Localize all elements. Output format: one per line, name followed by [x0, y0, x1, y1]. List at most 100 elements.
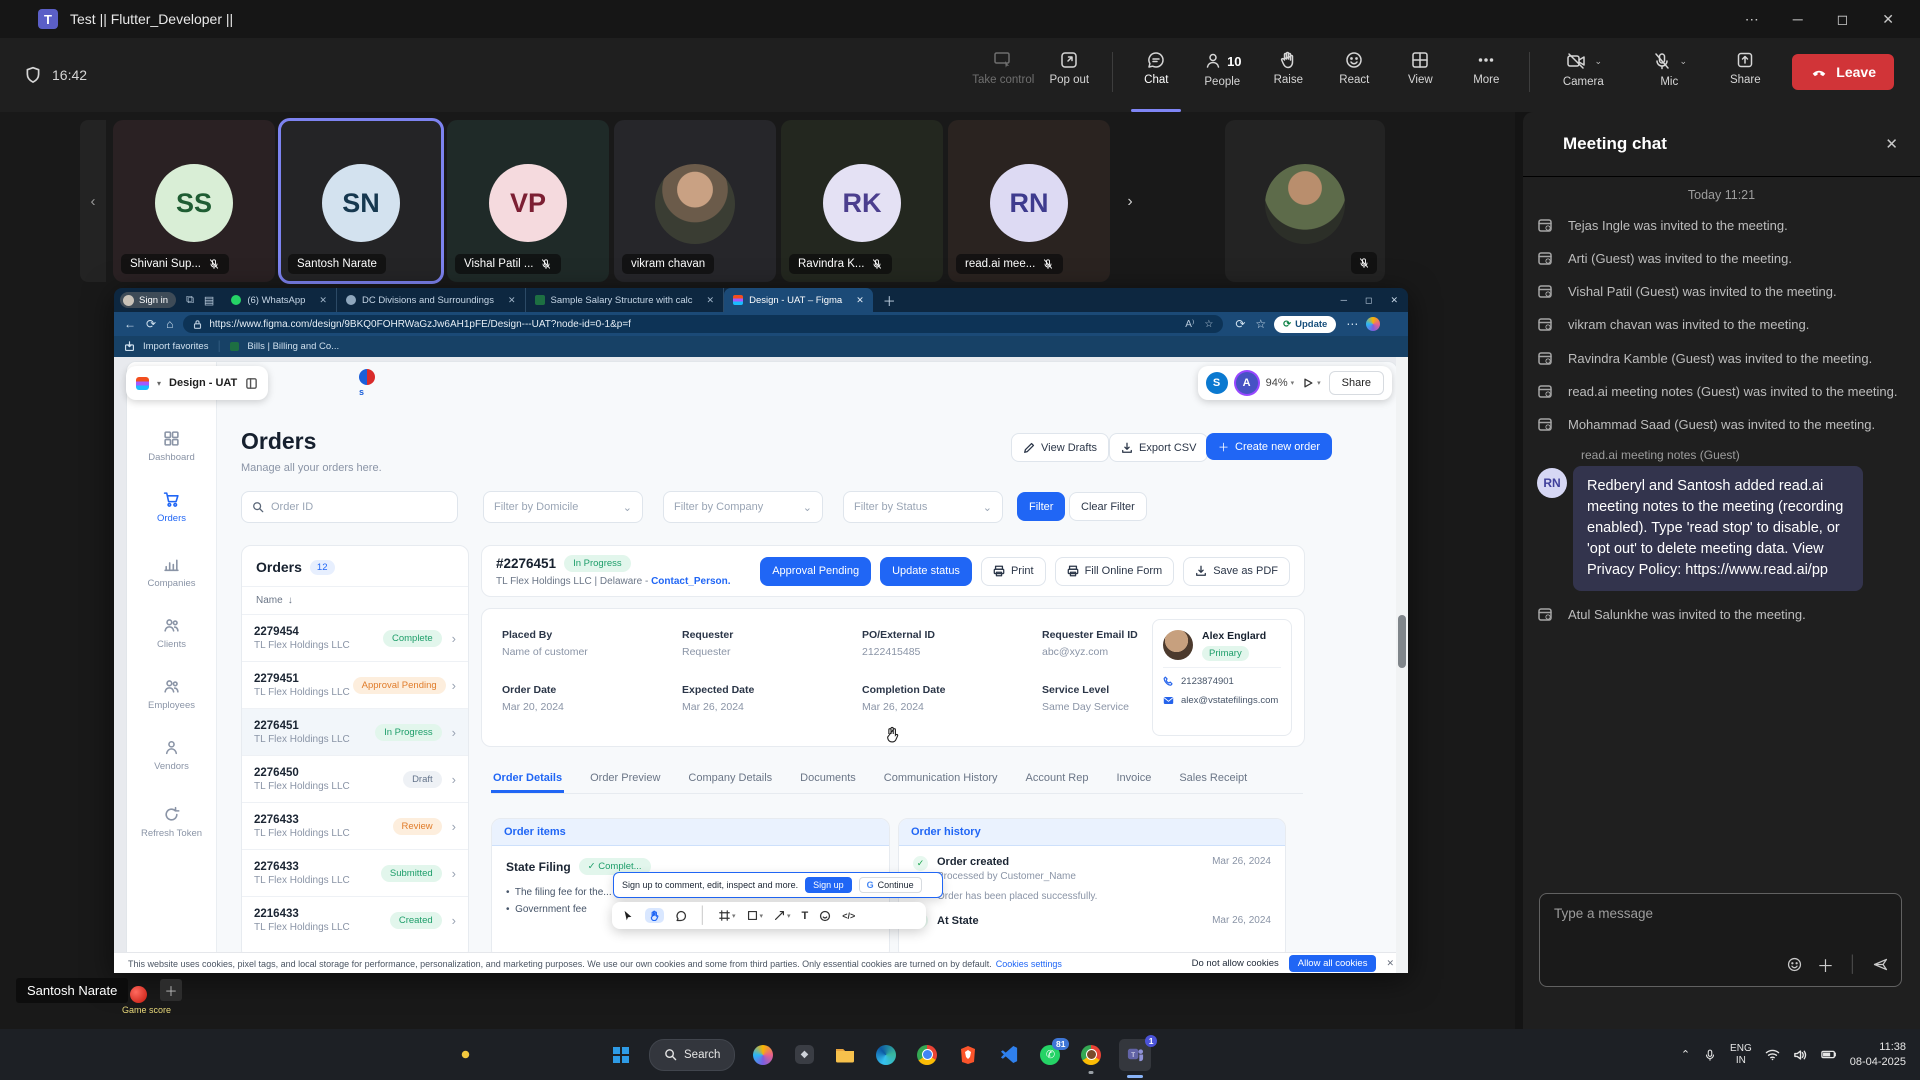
filter-domicile-dropdown[interactable]: Filter by Domicile⌄ — [483, 491, 643, 523]
tab-close-icon[interactable]: ✕ — [319, 295, 327, 306]
sticker-tool-icon[interactable] — [819, 910, 831, 922]
minimize-icon[interactable]: ─ — [1793, 11, 1803, 27]
new-tab-icon[interactable]: ＋ — [883, 291, 896, 310]
app-icon-dark[interactable]: ◆ — [791, 1042, 817, 1068]
order-row[interactable]: 2279454TL Flex Holdings LLC Complete › — [242, 614, 468, 661]
wifi-icon[interactable] — [1765, 1048, 1780, 1061]
hand-tool-icon-active[interactable] — [645, 908, 664, 923]
browser-maximize-icon[interactable]: ◻ — [1365, 295, 1372, 306]
tab-communication-history[interactable]: Communication History — [882, 766, 1000, 793]
cursor-tool-icon[interactable] — [622, 910, 634, 922]
mic-button[interactable]: ⌄ Mic — [1626, 44, 1712, 106]
favorite-star-icon[interactable]: ☆ — [1204, 319, 1213, 330]
tiles-scroll-right[interactable]: › — [1118, 182, 1142, 222]
sidebar-item-clients[interactable]: Clients — [127, 617, 216, 650]
update-status-button[interactable]: Update status — [880, 557, 972, 586]
people-button[interactable]: 10 People — [1189, 44, 1255, 106]
signup-button[interactable]: Sign up — [805, 877, 852, 893]
tray-mic-icon[interactable] — [1703, 1048, 1717, 1062]
send-icon[interactable] — [1872, 956, 1889, 973]
browser-tab-figma-active[interactable]: Design - UAT – Figma✕ — [724, 288, 873, 312]
chat-button[interactable]: Chat — [1123, 44, 1189, 106]
cookie-close-icon[interactable]: ✕ — [1386, 958, 1394, 969]
collaborator-avatar-a[interactable]: A — [1236, 372, 1258, 394]
order-row-selected[interactable]: 2276451TL Flex Holdings LLC In Progress … — [242, 708, 468, 755]
save-as-pdf-button[interactable]: Save as PDF — [1183, 557, 1290, 586]
read-aloud-icon[interactable]: A⁾ — [1185, 319, 1194, 330]
sidebar-item-vendors[interactable]: Vendors — [127, 739, 216, 772]
tab-order-preview[interactable]: Order Preview — [588, 766, 662, 793]
copilot-taskbar-icon[interactable] — [750, 1042, 776, 1068]
text-tool-icon[interactable]: T — [802, 910, 809, 922]
deny-cookies-button[interactable]: Do not allow cookies — [1192, 958, 1279, 969]
fill-online-form-button[interactable]: Fill Online Form — [1055, 557, 1175, 586]
raise-button[interactable]: Raise — [1255, 44, 1321, 106]
pop-out-button[interactable]: Pop out — [1036, 44, 1102, 106]
tab-actions-icon[interactable]: ▤ — [204, 294, 214, 307]
chrome-icon[interactable] — [914, 1042, 940, 1068]
emoji-icon[interactable] — [1786, 956, 1803, 973]
weather-widget-icon[interactable] — [452, 1042, 478, 1068]
tray-expand-icon[interactable]: ⌃ — [1681, 1048, 1690, 1061]
sidebar-item-refresh-token[interactable]: Refresh Token — [127, 806, 216, 839]
participant-tile[interactable]: VP Vishal Patil ... — [447, 120, 609, 282]
close-icon[interactable]: ✕ — [1882, 11, 1894, 28]
workspaces-icon[interactable]: ⧉ — [186, 294, 194, 307]
tab-close-icon[interactable]: ✕ — [508, 295, 516, 306]
tab-sales-receipt[interactable]: Sales Receipt — [1177, 766, 1249, 793]
filter-button[interactable]: Filter — [1017, 492, 1065, 521]
filter-status-dropdown[interactable]: Filter by Status⌄ — [843, 491, 1003, 523]
browser-more-icon[interactable]: ⋯ — [1346, 317, 1358, 331]
comment-tool-icon[interactable] — [675, 910, 687, 922]
browser-signin-button[interactable]: Sign in — [120, 292, 176, 308]
react-button[interactable]: React — [1321, 44, 1387, 106]
participant-tile[interactable] — [1225, 120, 1385, 282]
chat-message-input[interactable]: Type a message ＋ │ — [1539, 893, 1902, 987]
connector-tool-icon[interactable]: ▾ — [774, 910, 791, 921]
approval-pending-button[interactable]: Approval Pending — [760, 557, 871, 586]
participant-tile[interactable]: RN read.ai mee... — [948, 120, 1110, 282]
sidebar-item-companies[interactable]: Companies — [127, 556, 216, 589]
layout-icon[interactable] — [245, 377, 258, 390]
order-row[interactable]: 2276450TL Flex Holdings LLC Draft › — [242, 755, 468, 802]
figma-menu-icon[interactable] — [136, 377, 149, 390]
bookmark-bills[interactable]: Bills | Billing and Co... — [247, 341, 339, 352]
brave-icon[interactable] — [955, 1042, 981, 1068]
sidebar-item-orders[interactable]: Orders — [127, 491, 216, 524]
scrollbar-thumb[interactable] — [1398, 615, 1406, 668]
participant-tile[interactable]: SS Shivani Sup... — [113, 120, 275, 282]
view-drafts-button[interactable]: View Drafts — [1011, 433, 1109, 462]
allow-cookies-button[interactable]: Allow all cookies — [1289, 955, 1377, 972]
browser-close-icon[interactable]: ✕ — [1390, 295, 1398, 306]
tab-company-details[interactable]: Company Details — [686, 766, 774, 793]
more-button[interactable]: More — [1453, 44, 1519, 106]
taskbar-search[interactable]: Search — [649, 1039, 735, 1071]
tab-close-icon[interactable]: ✕ — [707, 295, 715, 306]
language-indicator[interactable]: ENG IN — [1730, 1043, 1752, 1067]
contact-person-link[interactable]: Contact_Person. — [651, 576, 730, 587]
url-field[interactable]: https://www.figma.com/design/9BKQ0FOHRWa… — [183, 315, 1223, 333]
participant-tile[interactable]: RK Ravindra K... — [781, 120, 943, 282]
extensions-icon[interactable]: ⟳ — [1235, 317, 1245, 331]
participant-tile-active-speaker[interactable]: SN Santosh Narate — [280, 120, 442, 282]
print-button[interactable]: Print — [981, 557, 1046, 586]
clock[interactable]: 11:38 08-04-2025 — [1850, 1040, 1906, 1070]
volume-icon[interactable] — [1793, 1048, 1808, 1062]
order-row[interactable]: 2279451TL Flex Holdings LLC Approval Pen… — [242, 661, 468, 708]
edge-icon[interactable] — [873, 1042, 899, 1068]
filter-company-dropdown[interactable]: Filter by Company⌄ — [663, 491, 823, 523]
camera-button[interactable]: ⌄ Camera — [1540, 44, 1626, 106]
clear-filter-button[interactable]: Clear Filter — [1069, 492, 1147, 521]
leave-button[interactable]: Leave — [1792, 54, 1894, 90]
browser-tab-salary-sheet[interactable]: Sample Salary Structure with calc✕ — [526, 288, 725, 312]
tab-order-details[interactable]: Order Details — [491, 766, 564, 793]
tab-account-rep[interactable]: Account Rep — [1024, 766, 1091, 793]
shape-tool-icon[interactable]: ▾ — [747, 910, 764, 921]
camera-options-chevron-icon[interactable]: ⌄ — [1595, 56, 1603, 67]
browser-minimize-icon[interactable]: ─ — [1341, 295, 1347, 306]
update-browser-button[interactable]: ⟳ Update — [1274, 316, 1336, 333]
order-row[interactable]: 2276433TL Flex Holdings LLC Submitted › — [242, 849, 468, 896]
sidebar-item-dashboard[interactable]: Dashboard — [127, 430, 216, 463]
whatsapp-icon[interactable]: ✆ 81 — [1037, 1042, 1063, 1068]
titlebar-more-icon[interactable]: ⋯ — [1745, 11, 1759, 28]
